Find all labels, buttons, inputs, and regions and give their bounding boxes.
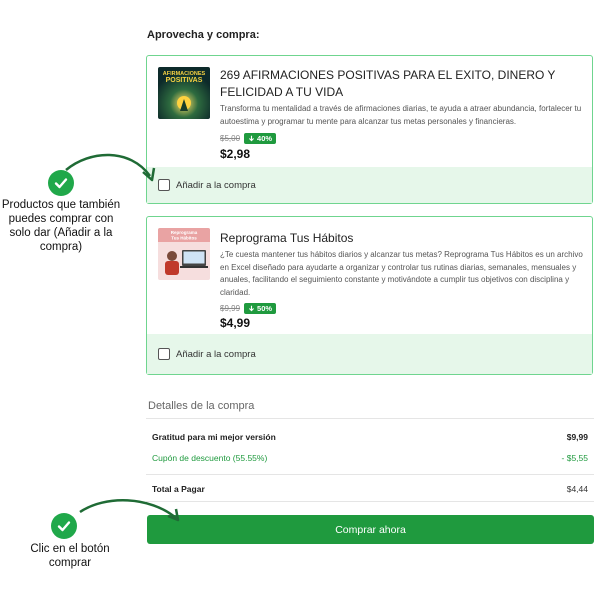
- product-price: $2,98: [220, 147, 251, 161]
- add-to-purchase-label[interactable]: Añadir a la compra: [176, 349, 256, 360]
- product-card: AFIRMACIONES POSITIVAS 269 AFIRMACIONES …: [146, 55, 593, 204]
- product-title: Reprograma Tus Hábitos: [220, 231, 354, 245]
- product-description: Transforma tu mentalidad a través de afi…: [220, 104, 582, 126]
- divider: [146, 474, 594, 475]
- check-circle-icon: [51, 513, 77, 539]
- details-row-total: Total a Pagar $4,44: [152, 484, 588, 494]
- discount-value: 40%: [257, 134, 273, 143]
- details-row: Gratitud para mi mejor versión $9,99: [152, 432, 588, 442]
- add-to-purchase-label[interactable]: Añadir a la compra: [176, 180, 256, 191]
- annotation-note: Productos que también puedes comprar con…: [1, 199, 121, 253]
- add-to-purchase-checkbox[interactable]: [158, 348, 170, 360]
- details-row-label: Total a Pagar: [152, 484, 205, 494]
- svg-text:POSITIVAS: POSITIVAS: [166, 77, 203, 84]
- arrow-down-icon: [249, 305, 255, 312]
- old-price: $5,00: [220, 134, 241, 143]
- add-to-purchase-row[interactable]: Añadir a la compra: [147, 167, 592, 203]
- details-title: Detalles de la compra: [148, 400, 255, 412]
- product-description: ¿Te cuesta mantener tus hábitos diarios …: [220, 250, 583, 297]
- product-title: 269 AFIRMACIONES POSITIVAS PARA EL EXITO…: [220, 68, 556, 99]
- add-to-purchase-row[interactable]: Añadir a la compra: [147, 334, 592, 374]
- details-row-label: Cupón de descuento (55.55%): [152, 453, 268, 463]
- old-price: $9,99: [220, 304, 241, 313]
- discount-badge: 50%: [244, 303, 277, 314]
- check-circle-icon: [48, 170, 74, 196]
- details-row-value: - $5,55: [561, 453, 588, 463]
- section-title: Aprovecha y compra:: [147, 29, 260, 41]
- annotation-note: Clic en el botón comprar: [30, 543, 110, 569]
- divider: [146, 418, 594, 419]
- curved-arrow-icon: [65, 153, 152, 177]
- details-row-coupon: Cupón de descuento (55.55%) - $5,55: [152, 453, 588, 463]
- details-row-value: $9,99: [566, 432, 588, 442]
- price-row: $5,00 40%: [220, 133, 277, 144]
- discount-badge: 40%: [244, 133, 277, 144]
- divider: [146, 501, 594, 502]
- product-card: Reprograma Tus Hábitos Reprograma Tus Há…: [146, 216, 593, 375]
- add-to-purchase-checkbox[interactable]: [158, 179, 170, 191]
- product-price: $4,99: [220, 316, 251, 330]
- buy-now-button[interactable]: Comprar ahora: [147, 515, 594, 544]
- product-thumbnail: AFIRMACIONES POSITIVAS: [158, 67, 210, 119]
- details-row-value: $4,44: [566, 484, 588, 494]
- svg-text:Tus Hábitos: Tus Hábitos: [171, 236, 197, 241]
- arrow-down-icon: [249, 135, 255, 142]
- discount-value: 50%: [257, 304, 273, 313]
- svg-text:Reprograma: Reprograma: [171, 230, 198, 235]
- price-row: $9,99 50%: [220, 303, 277, 314]
- product-thumbnail: Reprograma Tus Hábitos: [158, 228, 210, 280]
- details-row-label: Gratitud para mi mejor versión: [152, 432, 276, 442]
